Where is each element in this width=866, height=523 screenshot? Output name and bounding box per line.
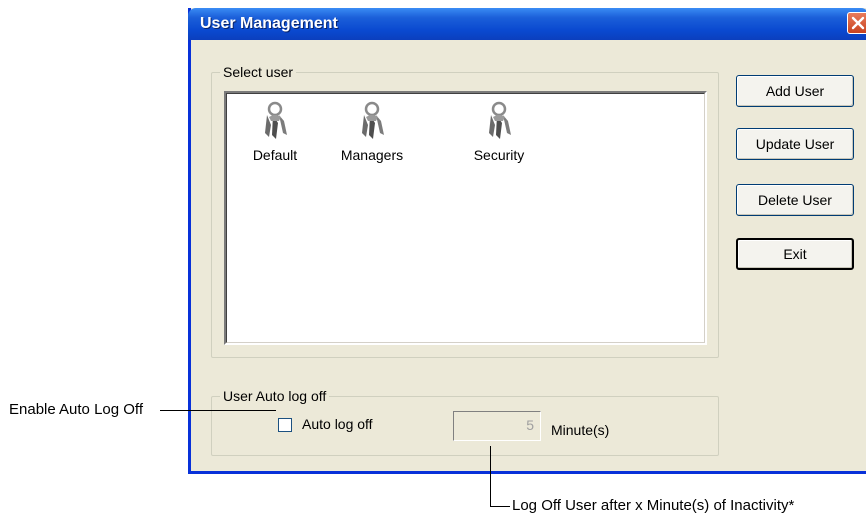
user-list[interactable]: Default Managers Security <box>224 91 707 345</box>
select-user-legend: Select user <box>220 64 297 80</box>
user-item-managers[interactable]: Managers <box>332 101 412 163</box>
auto-log-off-checkbox[interactable] <box>278 418 292 432</box>
close-button[interactable] <box>847 12 866 34</box>
callout-line-inactivity-vertical <box>490 446 491 507</box>
exit-button[interactable]: Exit <box>736 238 854 270</box>
keys-icon <box>265 101 287 139</box>
user-label-security: Security <box>473 147 525 163</box>
close-icon <box>851 16 865 30</box>
inactivity-callout: Log Off User after x Minute(s) of Inacti… <box>512 497 795 514</box>
minutes-input[interactable]: 5 <box>453 411 541 441</box>
window-title: User Management <box>200 15 338 32</box>
minutes-label: Minute(s) <box>551 422 610 438</box>
auto-log-off-legend: User Auto log off <box>220 388 330 404</box>
delete-user-button[interactable]: Delete User <box>736 184 854 216</box>
add-user-button[interactable]: Add User <box>736 75 854 107</box>
callout-line-inactivity-horizontal <box>490 506 510 507</box>
user-item-default[interactable]: Default <box>235 101 315 163</box>
keys-icon <box>362 101 384 139</box>
enable-auto-log-off-callout: Enable Auto Log Off <box>9 401 143 418</box>
keys-icon <box>489 101 511 139</box>
user-label-default: Default <box>252 147 298 163</box>
user-item-security[interactable]: Security <box>459 101 539 163</box>
user-label-managers: Managers <box>340 147 404 163</box>
callout-line-enable <box>160 410 276 411</box>
update-user-button[interactable]: Update User <box>736 128 854 160</box>
title-bar[interactable]: User Management <box>188 8 866 40</box>
auto-log-off-label[interactable]: Auto log off <box>302 416 373 432</box>
